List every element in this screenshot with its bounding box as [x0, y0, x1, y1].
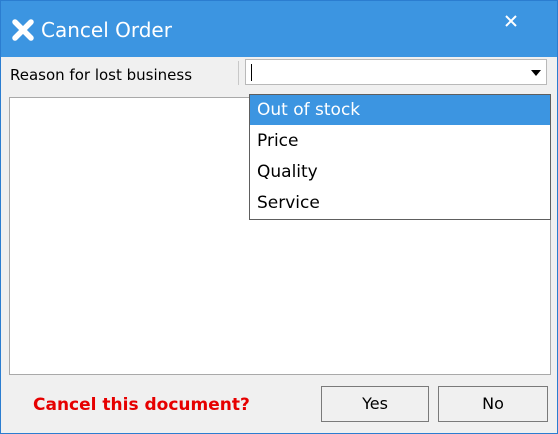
- chevron-down-icon: [531, 70, 541, 76]
- close-icon: [505, 15, 517, 27]
- reason-label: Reason for lost business: [10, 66, 193, 84]
- dropdown-option-service[interactable]: Service: [250, 188, 550, 218]
- yes-button[interactable]: Yes: [321, 386, 429, 422]
- title-bar[interactable]: Cancel Order: [1, 1, 557, 57]
- cancel-order-dialog: Cancel Order Reason for lost business Ca…: [0, 0, 558, 434]
- dropdown-button[interactable]: [527, 62, 545, 82]
- dropdown-option-out-of-stock[interactable]: Out of stock: [250, 95, 550, 125]
- window-title: Cancel Order: [41, 18, 172, 42]
- text-caret: [251, 64, 252, 81]
- dropdown-option-quality[interactable]: Quality: [250, 157, 550, 187]
- x-icon: [11, 18, 35, 42]
- dropdown-option-price[interactable]: Price: [250, 126, 550, 156]
- reason-dropdown-list: Out of stock Price Quality Service: [249, 94, 551, 220]
- close-button[interactable]: [499, 11, 523, 31]
- reason-combobox[interactable]: [245, 59, 547, 85]
- confirm-message: Cancel this document?: [33, 395, 250, 415]
- label-divider: [238, 61, 239, 85]
- no-button[interactable]: No: [438, 386, 548, 422]
